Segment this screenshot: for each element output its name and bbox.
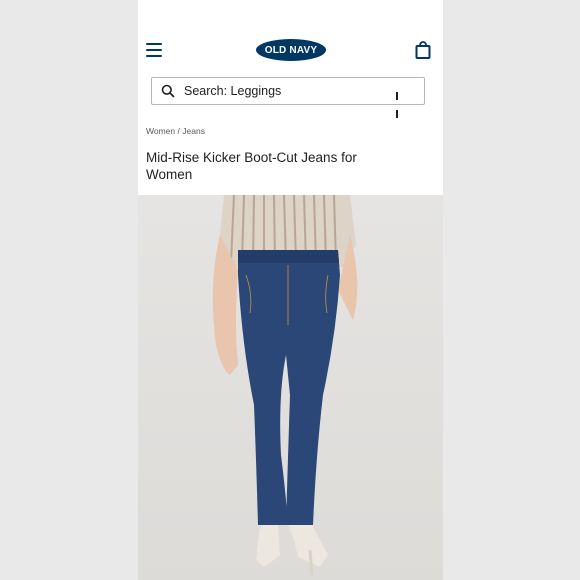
- old-navy-logo[interactable]: OLD NAVY: [256, 39, 326, 61]
- pause-icon[interactable]: [396, 87, 402, 118]
- search-input[interactable]: Search: Leggings: [151, 77, 425, 118]
- mobile-screen: OLD NAVY Search: Leggings Women / Jeans …: [138, 0, 443, 580]
- top-header: OLD NAVY: [138, 34, 443, 68]
- shopping-bag-icon[interactable]: [415, 41, 431, 59]
- search-icon: [161, 84, 175, 98]
- search-text: Search: Leggings: [184, 84, 282, 98]
- product-title: Mid-Rise Kicker Boot-Cut Jeans for Women: [146, 150, 357, 182]
- logo-text: OLD NAVY: [264, 44, 318, 56]
- breadcrumb-women[interactable]: Women: [146, 126, 175, 136]
- breadcrumb: Women / Jeans: [146, 126, 205, 136]
- breadcrumb-jeans[interactable]: Jeans: [182, 126, 205, 136]
- product-image[interactable]: [138, 194, 443, 580]
- hamburger-menu-icon[interactable]: [146, 43, 162, 57]
